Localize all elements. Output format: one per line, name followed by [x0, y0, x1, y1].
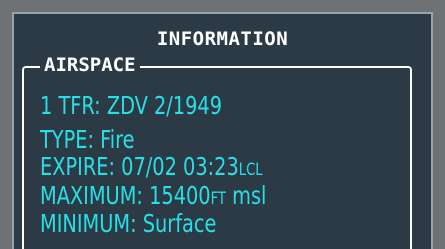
expire-label: EXPIRE:: [40, 152, 122, 181]
maximum-value: 15400: [149, 181, 211, 210]
airspace-group-label: AIRSPACE: [40, 54, 140, 76]
maximum-label: MAXIMUM:: [40, 181, 150, 210]
window-title: INFORMATION: [156, 28, 289, 50]
tfr-identifier: 1 TFR: ZDV 2/1949: [40, 91, 222, 120]
expire-value: 07/02 03:23: [121, 152, 239, 181]
maximum-reference: msl: [225, 181, 267, 210]
tfr-minimum-altitude: MINIMUM: Surface: [40, 209, 217, 238]
tfr-expire: EXPIRE: 07/02 03:23LCL: [40, 153, 263, 184]
expire-unit: LCL: [238, 160, 263, 180]
tfr-type: TYPE: Fire: [40, 125, 135, 154]
maximum-unit: FT: [210, 189, 226, 209]
information-window: INFORMATION AIRSPACE 1 TFR: ZDV 2/1949 T…: [0, 0, 445, 249]
